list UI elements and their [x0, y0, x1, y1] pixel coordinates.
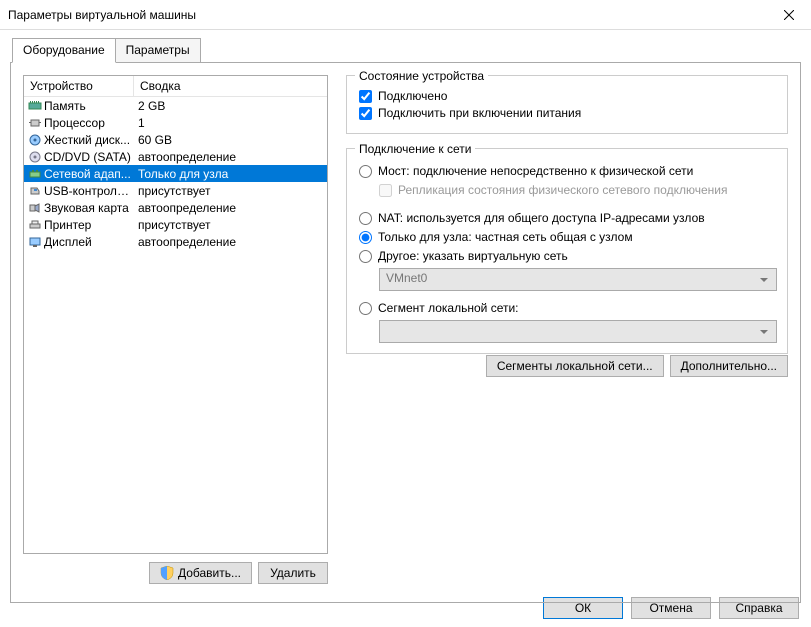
radio-lan-label: Сегмент локальной сети:: [378, 301, 519, 315]
device-name: Процессор: [42, 116, 134, 130]
network-title: Подключение к сети: [355, 142, 475, 156]
device-icon: [24, 185, 42, 197]
col-header-device[interactable]: Устройство: [24, 76, 134, 96]
device-row[interactable]: Процессор1: [24, 114, 327, 131]
network-extra-buttons: Сегменты локальной сети... Дополнительно…: [486, 355, 788, 377]
radio-bridged-row[interactable]: Мост: подключение непосредственно к физи…: [359, 164, 777, 178]
device-name: USB-контроллер: [42, 184, 134, 198]
device-summary: 1: [134, 116, 327, 130]
window-title: Параметры виртуальной машины: [8, 8, 196, 22]
radio-custom-row[interactable]: Другое: указать виртуальную сеть: [359, 249, 777, 263]
device-icon: [24, 117, 42, 129]
radio-hostonly-label: Только для узла: частная сеть общая с уз…: [378, 230, 633, 244]
tab-strip: Оборудование Параметры: [12, 38, 811, 63]
content-panel: Устройство Сводка Память2 GBПроцессор1Же…: [10, 62, 801, 603]
lan-segment-select[interactable]: [379, 320, 777, 343]
close-icon: [784, 10, 794, 20]
device-row[interactable]: USB-контроллерприсутствует: [24, 182, 327, 199]
remove-button[interactable]: Удалить: [258, 562, 328, 584]
device-icon: [24, 219, 42, 231]
replicate-checkbox-row: Репликация состояния физического сетевог…: [379, 183, 777, 197]
radio-bridged-label: Мост: подключение непосредственно к физи…: [378, 164, 693, 178]
device-row[interactable]: CD/DVD (SATA)автоопределение: [24, 148, 327, 165]
radio-hostonly[interactable]: [359, 231, 372, 244]
device-icon: [24, 100, 42, 112]
device-icon: [24, 168, 42, 180]
device-name: Жесткий диск...: [42, 133, 134, 147]
radio-lan-row[interactable]: Сегмент локальной сети:: [359, 301, 777, 315]
connect-power-label: Подключить при включении питания: [378, 106, 581, 120]
device-row[interactable]: Жесткий диск...60 GB: [24, 131, 327, 148]
custom-network-select[interactable]: VMnet0: [379, 268, 777, 291]
device-summary: 2 GB: [134, 99, 327, 113]
replicate-checkbox: [379, 184, 392, 197]
close-button[interactable]: [766, 0, 811, 30]
network-group: Подключение к сети Мост: подключение неп…: [346, 148, 788, 354]
device-icon: [24, 134, 42, 146]
device-name: Принтер: [42, 218, 134, 232]
device-row[interactable]: Сетевой адап...Только для узла: [24, 165, 327, 182]
radio-nat[interactable]: [359, 212, 372, 225]
add-button[interactable]: Добавить...: [149, 562, 252, 584]
device-list: Устройство Сводка Память2 GBПроцессор1Же…: [23, 75, 328, 554]
device-row[interactable]: Память2 GB: [24, 97, 327, 114]
connected-checkbox[interactable]: [359, 90, 372, 103]
col-header-summary[interactable]: Сводка: [134, 76, 327, 96]
device-name: Память: [42, 99, 134, 113]
device-name: Сетевой адап...: [42, 167, 134, 181]
device-buttons: Добавить... Удалить: [23, 562, 328, 584]
device-icon: [24, 236, 42, 248]
device-list-header: Устройство Сводка: [24, 76, 327, 97]
device-row[interactable]: Принтерприсутствует: [24, 216, 327, 233]
connected-label: Подключено: [378, 89, 447, 103]
custom-select-wrap: VMnet0: [379, 268, 777, 291]
title-bar: Параметры виртуальной машины: [0, 0, 811, 30]
device-icon: [24, 202, 42, 214]
connect-power-checkbox-row[interactable]: Подключить при включении питания: [359, 106, 777, 120]
device-summary: 60 GB: [134, 133, 327, 147]
device-status-group: Состояние устройства Подключено Подключи…: [346, 75, 788, 134]
radio-custom[interactable]: [359, 250, 372, 263]
device-name: Звуковая карта: [42, 201, 134, 215]
tab-options[interactable]: Параметры: [115, 38, 201, 63]
advanced-button[interactable]: Дополнительно...: [670, 355, 788, 377]
connect-power-checkbox[interactable]: [359, 107, 372, 120]
device-summary: автоопределение: [134, 201, 327, 215]
custom-network-value: VMnet0: [386, 271, 427, 285]
add-button-label: Добавить...: [178, 566, 241, 580]
radio-nat-row[interactable]: NAT: используется для общего доступа IP-…: [359, 211, 777, 225]
radio-lan[interactable]: [359, 302, 372, 315]
device-icon: [24, 151, 42, 163]
radio-nat-label: NAT: используется для общего доступа IP-…: [378, 211, 705, 225]
right-column: Состояние устройства Подключено Подключи…: [346, 75, 788, 590]
device-summary: присутствует: [134, 184, 327, 198]
device-summary: Только для узла: [134, 167, 327, 181]
device-name: Дисплей: [42, 235, 134, 249]
lan-segments-button[interactable]: Сегменты локальной сети...: [486, 355, 664, 377]
tab-hardware[interactable]: Оборудование: [12, 38, 116, 63]
device-row[interactable]: Звуковая картаавтоопределение: [24, 199, 327, 216]
device-summary: автоопределение: [134, 150, 327, 164]
connected-checkbox-row[interactable]: Подключено: [359, 89, 777, 103]
radio-custom-label: Другое: указать виртуальную сеть: [378, 249, 568, 263]
replicate-label: Репликация состояния физического сетевог…: [398, 183, 727, 197]
lan-select-wrap: [379, 320, 777, 343]
left-column: Устройство Сводка Память2 GBПроцессор1Же…: [23, 75, 328, 590]
device-name: CD/DVD (SATA): [42, 150, 134, 164]
device-summary: присутствует: [134, 218, 327, 232]
device-status-title: Состояние устройства: [355, 69, 488, 83]
radio-bridged[interactable]: [359, 165, 372, 178]
device-row[interactable]: Дисплейавтоопределение: [24, 233, 327, 250]
device-summary: автоопределение: [134, 235, 327, 249]
radio-hostonly-row[interactable]: Только для узла: частная сеть общая с уз…: [359, 230, 777, 244]
shield-icon: [160, 566, 174, 580]
